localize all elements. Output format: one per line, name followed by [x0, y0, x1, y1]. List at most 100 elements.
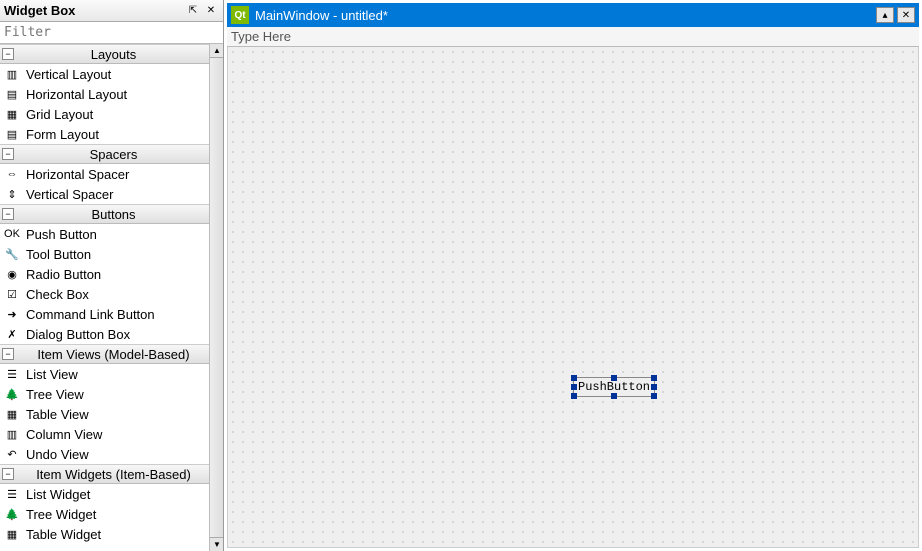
design-window-titlebar[interactable]: Qt MainWindow - untitled* ▴ ✕	[227, 3, 919, 27]
checkbox-icon: ☑	[4, 286, 20, 302]
category-header[interactable]: −Spacers	[0, 144, 209, 164]
close-button[interactable]: ✕	[897, 7, 915, 23]
widget-item-label: Tree Widget	[26, 507, 96, 522]
category-header[interactable]: −Item Widgets (Item-Based)	[0, 464, 209, 484]
collapse-icon[interactable]: −	[2, 348, 14, 360]
widget-item[interactable]: 🔧 Tool Button	[0, 244, 209, 264]
widget-item[interactable]: 🌲Tree View	[0, 384, 209, 404]
widget-box-scroll: −Layouts▥Vertical Layout▤Horizontal Layo…	[0, 44, 223, 551]
resize-handle-bottom-left[interactable]	[571, 393, 577, 399]
qt-logo-icon: Qt	[231, 6, 249, 24]
collapse-icon[interactable]: −	[2, 148, 14, 160]
undo-view-icon: ↶	[4, 446, 20, 462]
category-header[interactable]: −Layouts	[0, 44, 209, 64]
design-canvas[interactable]: PushButton	[227, 47, 919, 548]
table-widget-icon: ▦	[4, 526, 20, 542]
widget-item-label: Column View	[26, 427, 102, 442]
design-menu-bar[interactable]: Type Here	[227, 27, 919, 47]
widget-box-header: Widget Box ⇱ ✕	[0, 0, 223, 22]
widget-item[interactable]: 🌲 Tree Widget	[0, 504, 209, 524]
category-title: Layouts	[20, 47, 207, 62]
widget-item-label: Horizontal Layout	[26, 87, 127, 102]
list-widget-icon: ☰	[4, 486, 20, 502]
resize-handle-bottom-right[interactable]	[651, 393, 657, 399]
category-header[interactable]: −Buttons	[0, 204, 209, 224]
resize-handle-top-mid[interactable]	[611, 375, 617, 381]
widget-item-label: List View	[26, 367, 78, 382]
category-header[interactable]: −Item Views (Model-Based)	[0, 344, 209, 364]
widget-item-label: List Widget	[26, 487, 90, 502]
widget-item-label: Tree View	[26, 387, 84, 402]
widget-item[interactable]: ▥Vertical Layout	[0, 64, 209, 84]
widget-item-label: Dialog Button Box	[26, 327, 130, 342]
widget-item[interactable]: ➜ Command Link Button	[0, 304, 209, 324]
undock-icon[interactable]: ⇱	[185, 4, 201, 18]
widget-item[interactable]: ☰ List Widget	[0, 484, 209, 504]
resize-handle-mid-right[interactable]	[651, 384, 657, 390]
widget-item[interactable]: ▤ Form Layout	[0, 124, 209, 144]
widget-item-label: Grid Layout	[26, 107, 93, 122]
widget-item-label: Tool Button	[26, 247, 91, 262]
h-layout-icon: ▤	[4, 86, 20, 102]
h-spacer-icon: ⇔	[4, 166, 20, 182]
widget-item[interactable]: ◉ Radio Button	[0, 264, 209, 284]
widget-item-label: Horizontal Spacer	[26, 167, 129, 182]
scroll-up-icon[interactable]: ▲	[210, 44, 223, 58]
widget-item-label: Push Button	[26, 227, 97, 242]
widget-box-list: −Layouts▥Vertical Layout▤Horizontal Layo…	[0, 44, 209, 544]
widget-item-label: Check Box	[26, 287, 89, 302]
widget-item[interactable]: ▤ Horizontal Layout	[0, 84, 209, 104]
grid-layout-icon: ▦	[4, 106, 20, 122]
table-view-icon: ▦	[4, 406, 20, 422]
widget-item[interactable]: ✗Dialog Button Box	[0, 324, 209, 344]
resize-handle-top-right[interactable]	[651, 375, 657, 381]
widget-box-scrollbar[interactable]: ▲ ▼	[209, 44, 223, 551]
widget-item[interactable]: ⇔ Horizontal Spacer	[0, 164, 209, 184]
radio-button-icon: ◉	[4, 266, 20, 282]
category-title: Item Widgets (Item-Based)	[20, 467, 207, 482]
v-spacer-icon: ⇕	[4, 186, 20, 202]
resize-handle-mid-left[interactable]	[571, 384, 577, 390]
list-view-icon: ☰	[4, 366, 20, 382]
widget-item[interactable]: ▦ Table View	[0, 404, 209, 424]
v-layout-icon: ▥	[4, 66, 20, 82]
widget-item-label: Radio Button	[26, 267, 101, 282]
scroll-down-icon[interactable]: ▼	[210, 537, 223, 551]
widget-item[interactable]: ▦ Table Widget	[0, 524, 209, 544]
command-link-icon: ➜	[4, 306, 20, 322]
column-view-icon: ▥	[4, 426, 20, 442]
tool-button-icon: 🔧	[4, 246, 20, 262]
widget-box-title: Widget Box	[4, 3, 183, 18]
designer-area: Qt MainWindow - untitled* ▴ ✕ Type Here …	[224, 0, 922, 551]
widget-item[interactable]: ↶ Undo View	[0, 444, 209, 464]
widget-item[interactable]: ▥ Column View	[0, 424, 209, 444]
minimize-button[interactable]: ▴	[876, 7, 894, 23]
push-button-icon: OK	[4, 226, 20, 242]
tree-widget-icon: 🌲	[4, 506, 20, 522]
widget-item-label: Undo View	[26, 447, 89, 462]
menu-placeholder[interactable]: Type Here	[231, 29, 291, 44]
widget-item[interactable]: OK Push Button	[0, 224, 209, 244]
widget-item-label: Form Layout	[26, 127, 99, 142]
widget-item[interactable]: ⇕ Vertical Spacer	[0, 184, 209, 204]
placed-pushbutton[interactable]: PushButton	[573, 377, 655, 397]
widget-item-label: Table View	[26, 407, 89, 422]
close-icon[interactable]: ✕	[203, 4, 219, 18]
widget-item[interactable]: ▦ Grid Layout	[0, 104, 209, 124]
collapse-icon[interactable]: −	[2, 48, 14, 60]
filter-input[interactable]	[0, 22, 223, 44]
placed-pushbutton-label: PushButton	[578, 380, 650, 394]
widget-item[interactable]: ☰ List View	[0, 364, 209, 384]
resize-handle-bottom-mid[interactable]	[611, 393, 617, 399]
resize-handle-top-left[interactable]	[571, 375, 577, 381]
category-title: Item Views (Model-Based)	[20, 347, 207, 362]
widget-item-label: Command Link Button	[26, 307, 155, 322]
design-window-title: MainWindow - untitled*	[255, 8, 873, 23]
collapse-icon[interactable]: −	[2, 468, 14, 480]
form-layout-icon: ▤	[4, 126, 20, 142]
widget-item[interactable]: ☑ Check Box	[0, 284, 209, 304]
widget-item-label: Vertical Spacer	[26, 187, 113, 202]
category-title: Spacers	[20, 147, 207, 162]
collapse-icon[interactable]: −	[2, 208, 14, 220]
widget-item-label: Table Widget	[26, 527, 101, 542]
